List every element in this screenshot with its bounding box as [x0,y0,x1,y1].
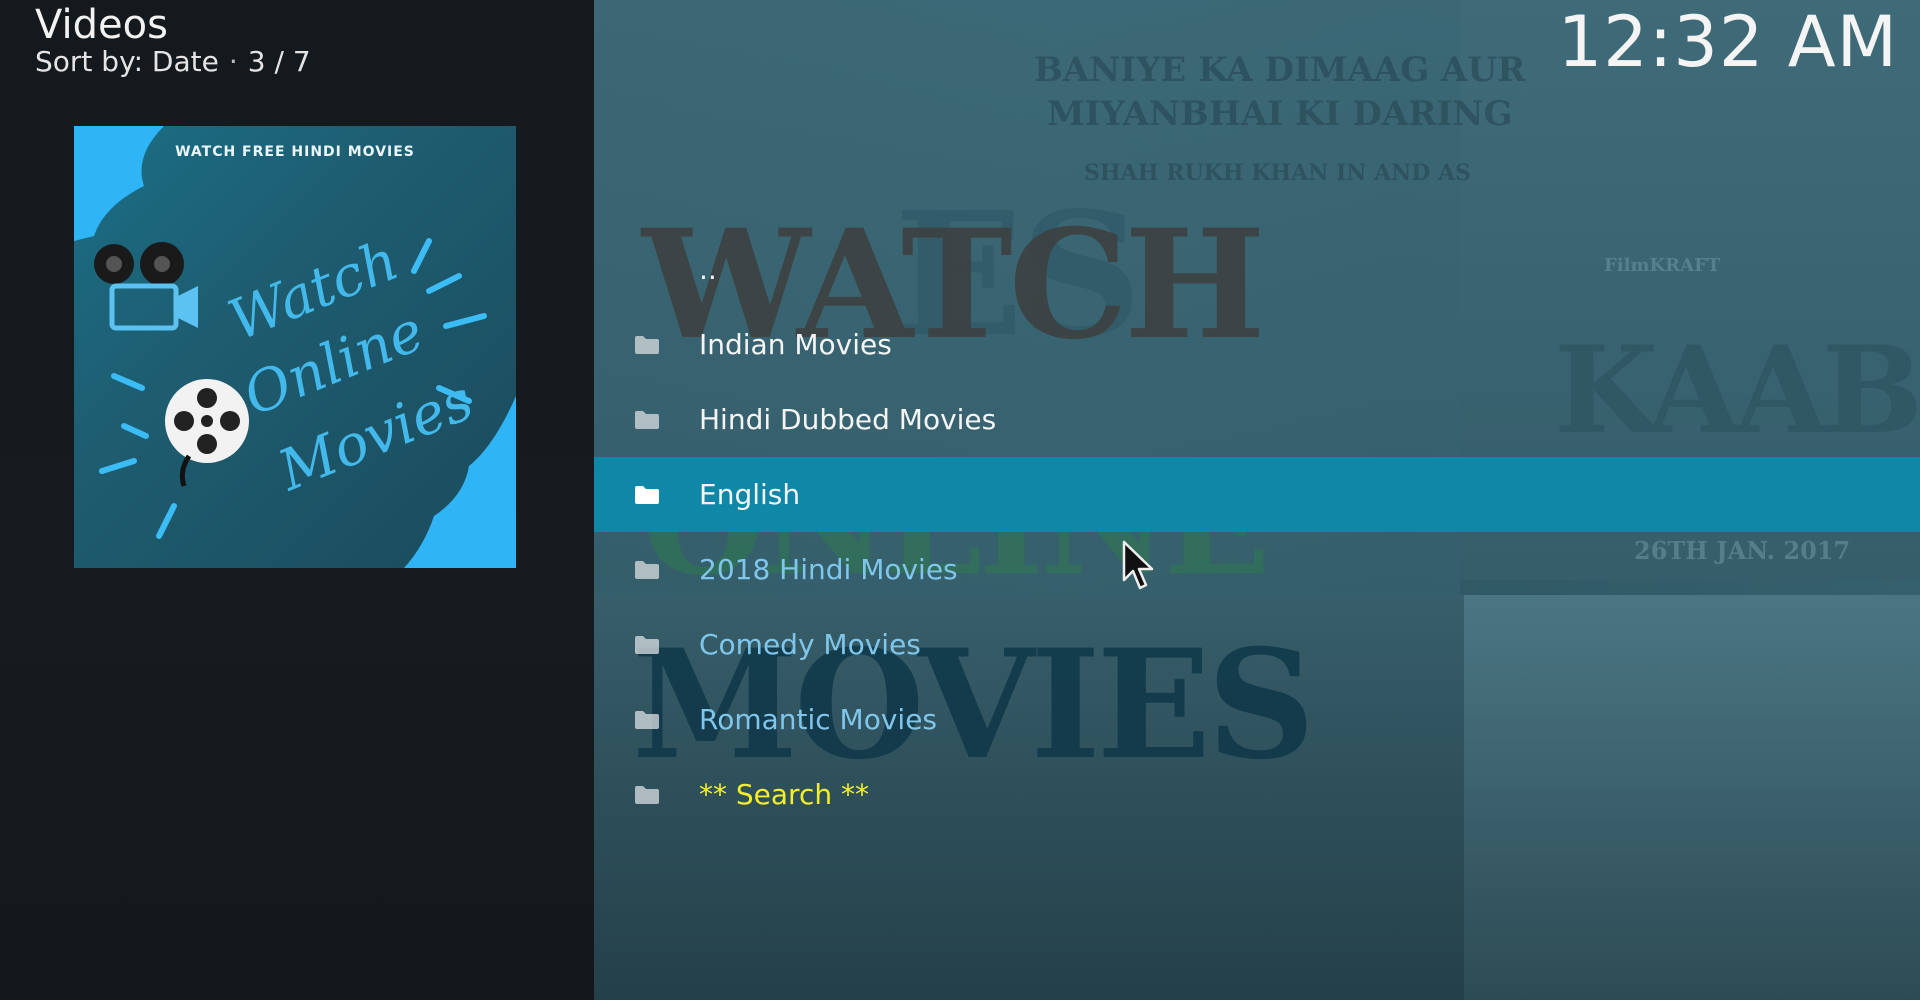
folder-icon [635,485,659,504]
list-item-label: .. [699,253,717,286]
folder-icon [635,710,659,729]
list-item[interactable]: English [594,457,1920,532]
sort-info[interactable]: Sort by: Date · 3 / 7 [35,44,311,80]
list-item[interactable]: .. [594,232,1920,307]
kodi-screen: BANIYE KA DIMAAG AUR MIYANBHAI KI DARING… [0,0,1920,1000]
thumbnail-caption: WATCH FREE HINDI MOVIES [175,144,415,160]
folder-icon [635,410,659,429]
sort-label: Sort by: Date [35,45,219,78]
folder-icon [635,335,659,354]
poster-tagline: BANIYE KA DIMAAG AUR MIYANBHAI KI DARING [1034,50,1526,134]
file-list[interactable]: .. Indian Movies Hindi Dubbed Movies Englis… [594,232,1920,832]
list-item[interactable]: Hindi Dubbed Movies [594,382,1920,457]
list-item-label: Indian Movies [699,328,892,361]
list-item-label: Hindi Dubbed Movies [699,403,997,436]
folder-icon [635,560,659,579]
list-item-label: ** Search ** [699,778,869,811]
page-title: Videos [35,2,168,48]
list-item[interactable]: 2018 Hindi Movies [594,532,1920,607]
folder-icon [635,635,659,654]
list-item-label: 2018 Hindi Movies [699,553,958,586]
addon-thumbnail: Watch Online Movies WATCH FREE HINDI MOV… [74,126,516,568]
list-item[interactable]: Romantic Movies [594,682,1920,757]
folder-icon [635,785,659,804]
list-item[interactable]: Indian Movies [594,307,1920,382]
list-item-label: English [699,478,801,511]
list-item[interactable]: ** Search ** [594,757,1920,832]
poster-credit: SHAH RUKH KHAN IN AND AS [1084,160,1471,186]
mouse-cursor-icon [1122,540,1154,590]
list-item-label: Comedy Movies [699,628,921,661]
separator: · [228,45,238,78]
item-position: 3 / 7 [247,45,311,78]
thumbnail-art: Watch Online Movies [74,126,516,568]
list-item-label: Romantic Movies [699,703,938,736]
clock: 12:32 AM [1557,1,1898,83]
list-item[interactable]: Comedy Movies [594,607,1920,682]
info-panel: Videos Sort by: Date · 3 / 7 Watch Onlin… [0,0,594,1000]
